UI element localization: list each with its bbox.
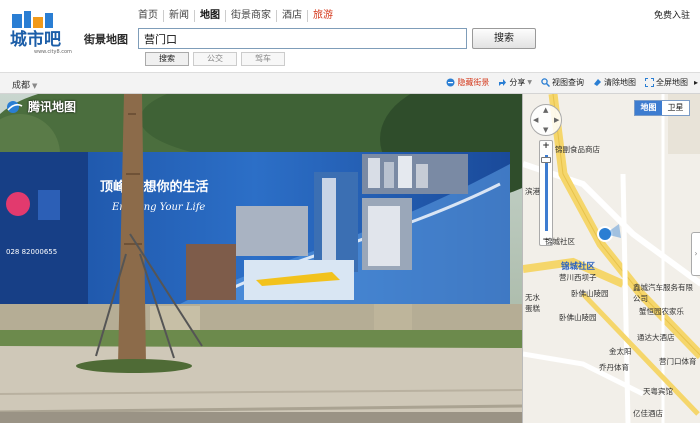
more-tools-icon: ▸ [694,78,699,87]
map-label: 营门口体育 [659,357,697,366]
search-button[interactable]: 搜索 [472,28,536,49]
map-type-switch: 地图 卫星 [634,100,690,116]
pan-left-icon[interactable]: ◀ [533,116,538,124]
map-label: 卧佛山陵园 [559,313,597,322]
street-view-panorama[interactable]: 顶峰 梦想你的生活 Enjoying Your Life 028 8200065… [0,94,522,423]
map-label: 无水蛋糕 [525,293,540,313]
nav-home[interactable]: 首页 [138,10,163,22]
billboard-phone: 028 82000655 [6,248,57,256]
map-label: 乔丹体育 [599,363,629,372]
svg-text:www.city8.com: www.city8.com [34,49,72,54]
nav-travel[interactable]: 旅游 [307,10,338,22]
zoom-knob[interactable] [541,157,551,163]
pan-control[interactable]: ▲ ◀ ▶ ▼ [530,104,562,136]
chevron-down-icon: ▼ [32,82,38,90]
zoom-in-icon[interactable]: + [540,141,552,151]
view-query-label: 视图查询 [552,78,584,87]
tencent-map-brand: 腾讯地图 [6,98,76,115]
map-label: 锦城社区 [545,237,575,246]
free-signup-link[interactable]: 免费入驻 [654,8,690,21]
minimap[interactable]: 地图 卫星 ▲ ◀ ▶ ▼ + − 锦副食品商店 滨港 锦城社区 锦城社区 营川… [522,94,700,423]
pan-down-icon[interactable]: ▼ [543,126,548,134]
city8-logo[interactable]: 城市吧 www.city8.com [8,10,78,55]
product-title: 街景地图 [84,33,128,46]
search-mode-tabs: 搜索 公交 驾车 [145,52,285,66]
map-tools: 隐藏街景 分享 ▼ 视图查询 清除地图 全屏地图 ▸ [437,77,700,88]
map-label: 亿佳酒店 [633,409,663,418]
pan-right-icon[interactable]: ▶ [554,116,559,124]
clear-map-button[interactable]: 清除地图 [593,77,636,88]
hide-streetview-label: 隐藏街景 [457,78,490,87]
tab-search[interactable]: 搜索 [145,52,189,66]
tencent-logo-icon [7,100,23,113]
share-label: 分享 [509,78,526,87]
map-label: 金太阳 [609,347,632,356]
fullscreen-map-label: 全屏地图 [656,78,688,87]
map-label: 卧佛山陵园 [571,289,609,298]
tab-drive[interactable]: 驾车 [241,52,285,66]
zoom-track[interactable] [545,155,548,231]
eraser-icon [593,78,602,87]
map-label: 锦副食品商店 [555,145,600,154]
map-toolbar: 成都 ▼ 隐藏街景 分享 ▼ 视图查询 清除地图 全屏地图 ▸ [0,72,700,94]
zoom-slider[interactable]: + − [539,140,553,246]
map-label: 滨港 [525,187,540,196]
map-label-community: 锦城社区 [561,262,596,272]
view-query-button[interactable]: 视图查询 [541,77,584,88]
pan-up-icon[interactable]: ▲ [543,106,548,114]
map-type-standard[interactable]: 地图 [635,101,662,115]
nav-hotel[interactable]: 酒店 [276,10,307,22]
magnifier-icon [541,78,551,88]
map-type-satellite[interactable]: 卫星 [662,101,689,115]
svg-text:城市吧: 城市吧 [10,29,61,50]
hide-streetview-button[interactable]: 隐藏街景 [446,77,489,88]
nav-news[interactable]: 新闻 [163,10,194,22]
city-selector[interactable]: 成都 ▼ [12,78,37,91]
city-name: 成都 [12,81,31,91]
nav-street-merchants[interactable]: 街景商家 [225,10,276,22]
billboard-slogan: 顶峰 梦想你的生活 [100,179,209,195]
fullscreen-icon [645,78,654,87]
clear-map-label: 清除地图 [604,78,636,87]
brand-name: 腾讯地图 [28,100,77,114]
collapse-map-handle[interactable]: › [691,232,700,276]
tab-bus[interactable]: 公交 [193,52,237,66]
top-header: 城市吧 www.city8.com 街景地图 首页 新闻 地图 街景商家 酒店 … [0,0,700,72]
nav-map[interactable]: 地图 [194,10,225,22]
chevron-down-icon: ▼ [527,79,532,86]
hide-icon [446,78,455,87]
map-label: 营川西坝子 [559,273,597,282]
map-label: 鑫城汽车服务有限公司 [633,283,693,303]
map-label: 通达大酒店 [637,333,675,342]
search-input[interactable] [138,28,467,49]
map-label: 天粤宾馆 [643,387,673,396]
more-tools-button[interactable]: ▸ [694,77,700,88]
share-icon [498,78,507,87]
map-label: 蟹恒园农家乐 [639,307,684,316]
share-button[interactable]: 分享 ▼ [498,77,532,88]
main-nav: 首页 新闻 地图 街景商家 酒店 旅游 [138,10,338,22]
fullscreen-map-button[interactable]: 全屏地图 [645,77,688,88]
